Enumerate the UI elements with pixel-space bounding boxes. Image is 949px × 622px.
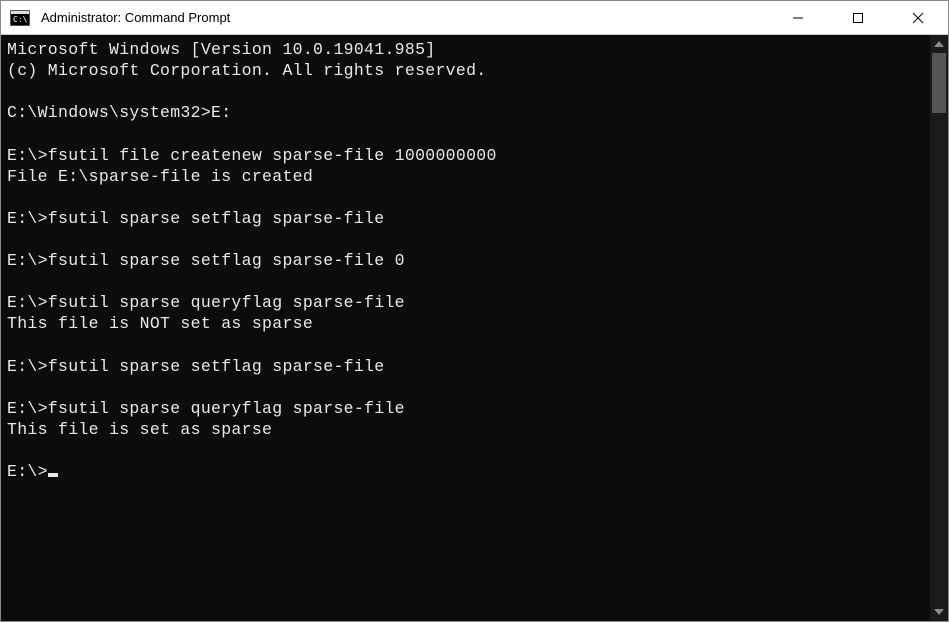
scrollbar[interactable] [930, 35, 948, 621]
terminal-area: Microsoft Windows [Version 10.0.19041.98… [1, 35, 948, 621]
terminal-line [7, 271, 924, 292]
scroll-up-button[interactable] [930, 35, 948, 53]
terminal-line [7, 81, 924, 102]
maximize-button[interactable] [828, 1, 888, 34]
scroll-down-button[interactable] [930, 603, 948, 621]
terminal-line: File E:\sparse-file is created [7, 166, 924, 187]
terminal-line: E:\>fsutil sparse setflag sparse-file 0 [7, 250, 924, 271]
terminal-line [7, 377, 924, 398]
terminal-line: E:\>fsutil file createnew sparse-file 10… [7, 145, 924, 166]
terminal-line: E:\>fsutil sparse setflag sparse-file [7, 356, 924, 377]
terminal-line [7, 187, 924, 208]
terminal-line: (c) Microsoft Corporation. All rights re… [7, 60, 924, 81]
scroll-thumb[interactable] [932, 53, 946, 113]
terminal-content[interactable]: Microsoft Windows [Version 10.0.19041.98… [1, 35, 930, 621]
terminal-line: Microsoft Windows [Version 10.0.19041.98… [7, 39, 924, 60]
terminal-line [7, 440, 924, 461]
cursor [48, 473, 58, 477]
minimize-button[interactable] [768, 1, 828, 34]
terminal-line: E:\>fsutil sparse queryflag sparse-file [7, 292, 924, 313]
terminal-line: E:\>fsutil sparse queryflag sparse-file [7, 398, 924, 419]
window-title: Administrator: Command Prompt [39, 10, 768, 25]
terminal-line [7, 335, 924, 356]
window-controls [768, 1, 948, 34]
cmd-icon: C:\ [9, 9, 31, 27]
terminal-line: This file is NOT set as sparse [7, 313, 924, 334]
terminal-line: E:\> [7, 461, 924, 482]
terminal-line: E:\>fsutil sparse setflag sparse-file [7, 208, 924, 229]
terminal-line: C:\Windows\system32>E: [7, 102, 924, 123]
svg-text:C:\: C:\ [13, 15, 28, 24]
window-titlebar: C:\ Administrator: Command Prompt [1, 1, 948, 35]
close-button[interactable] [888, 1, 948, 34]
terminal-line [7, 123, 924, 144]
terminal-line: This file is set as sparse [7, 419, 924, 440]
terminal-line [7, 229, 924, 250]
